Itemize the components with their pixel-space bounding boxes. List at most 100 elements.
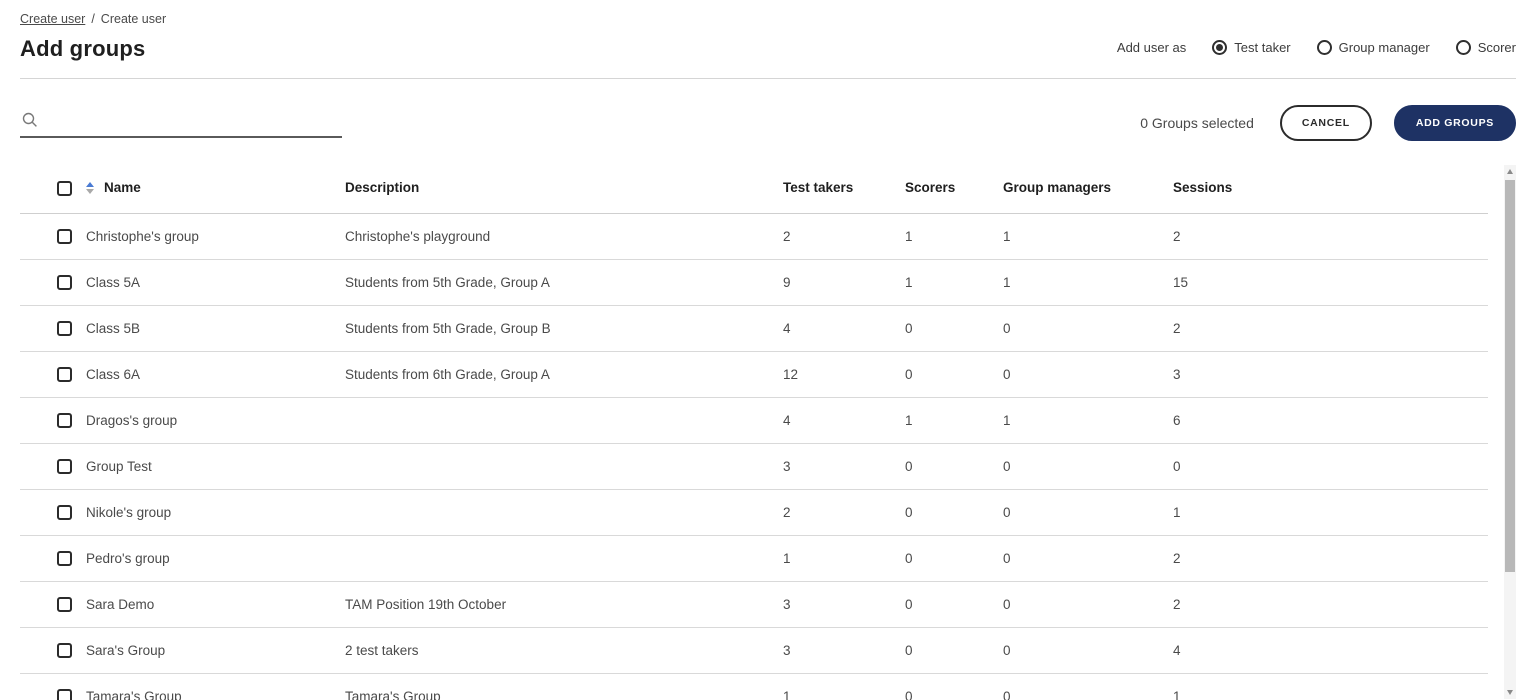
cell-name: Dragos's group: [86, 397, 345, 443]
row-checkbox[interactable]: [57, 551, 72, 566]
cell-test-takers: 3: [783, 443, 905, 489]
column-header-name[interactable]: Name: [86, 163, 345, 213]
cell-sessions: 0: [1173, 443, 1488, 489]
groups-table-header: Name Description Test takers Scorers Gro…: [20, 163, 1488, 213]
cell-description: Christophe's playground: [345, 213, 783, 259]
row-checkbox[interactable]: [57, 505, 72, 520]
cell-scorers: 0: [905, 673, 1003, 700]
vertical-scrollbar[interactable]: [1504, 165, 1516, 699]
column-header-test-takers[interactable]: Test takers: [783, 163, 905, 213]
column-header-group-managers[interactable]: Group managers: [1003, 163, 1173, 213]
scroll-down-icon: [1507, 690, 1513, 695]
cell-sessions: 3: [1173, 351, 1488, 397]
cell-test-takers: 4: [783, 305, 905, 351]
row-checkbox-cell: [20, 627, 86, 673]
cell-description: [345, 535, 783, 581]
cell-group-managers: 0: [1003, 535, 1173, 581]
column-header-description[interactable]: Description: [345, 163, 783, 213]
select-all-checkbox[interactable]: [57, 181, 72, 196]
add-user-as-label: Add user as: [1117, 40, 1186, 55]
cell-scorers: 1: [905, 397, 1003, 443]
cell-sessions: 2: [1173, 305, 1488, 351]
cell-name: Christophe's group: [86, 213, 345, 259]
cell-scorers: 1: [905, 259, 1003, 305]
cell-sessions: 2: [1173, 581, 1488, 627]
radio-label: Group manager: [1339, 40, 1430, 55]
cell-test-takers: 9: [783, 259, 905, 305]
cell-name: Pedro's group: [86, 535, 345, 581]
row-checkbox-cell: [20, 259, 86, 305]
row-checkbox[interactable]: [57, 321, 72, 336]
scroll-up-button[interactable]: [1504, 165, 1516, 178]
column-header-scorers[interactable]: Scorers: [905, 163, 1003, 213]
cell-group-managers: 0: [1003, 673, 1173, 700]
cell-group-managers: 0: [1003, 489, 1173, 535]
table-row: Nikole's group2001: [20, 489, 1488, 535]
header-checkbox-cell: [20, 163, 86, 213]
cell-sessions: 6: [1173, 397, 1488, 443]
cell-name: Group Test: [86, 443, 345, 489]
search-field[interactable]: [20, 108, 342, 138]
row-checkbox[interactable]: [57, 367, 72, 382]
table-row: Dragos's group4116: [20, 397, 1488, 443]
cell-scorers: 0: [905, 351, 1003, 397]
cell-test-takers: 2: [783, 489, 905, 535]
add-groups-button[interactable]: ADD GROUPS: [1394, 105, 1516, 141]
scroll-up-icon: [1507, 169, 1513, 174]
cell-description: TAM Position 19th October: [345, 581, 783, 627]
cell-sessions: 2: [1173, 213, 1488, 259]
search-input[interactable]: [48, 112, 340, 128]
table-row: Tamara's GroupTamara's Group1001: [20, 673, 1488, 700]
page-title: Add groups: [20, 36, 145, 62]
cell-sessions: 1: [1173, 489, 1488, 535]
table-row: Class 5AStudents from 5th Grade, Group A…: [20, 259, 1488, 305]
row-checkbox[interactable]: [57, 459, 72, 474]
cell-test-takers: 1: [783, 535, 905, 581]
add-user-as-radio-group: Add user as Test taker Group manager Sco…: [1117, 36, 1516, 55]
row-checkbox[interactable]: [57, 643, 72, 658]
radio-label: Test taker: [1234, 40, 1290, 55]
toolbar-actions: 0 Groups selected CANCEL ADD GROUPS: [1140, 105, 1516, 141]
row-checkbox-cell: [20, 213, 86, 259]
groups-table: Name Description Test takers Scorers Gro…: [20, 163, 1488, 700]
cell-group-managers: 0: [1003, 627, 1173, 673]
breadcrumb-link-create-user[interactable]: Create user: [20, 12, 85, 26]
sort-ascending-icon[interactable]: [86, 182, 94, 194]
cell-sessions: 15: [1173, 259, 1488, 305]
row-checkbox-cell: [20, 535, 86, 581]
row-checkbox[interactable]: [57, 597, 72, 612]
cell-name: Tamara's Group: [86, 673, 345, 700]
table-row: Class 5BStudents from 5th Grade, Group B…: [20, 305, 1488, 351]
cell-group-managers: 1: [1003, 259, 1173, 305]
cell-name: Class 5B: [86, 305, 345, 351]
row-checkbox-cell: [20, 581, 86, 627]
radio-scorer[interactable]: Scorer: [1456, 40, 1516, 55]
cell-description: Students from 5th Grade, Group B: [345, 305, 783, 351]
row-checkbox[interactable]: [57, 275, 72, 290]
radio-test-taker[interactable]: Test taker: [1212, 40, 1290, 55]
row-checkbox[interactable]: [57, 229, 72, 244]
table-row: Class 6AStudents from 6th Grade, Group A…: [20, 351, 1488, 397]
cell-description: Students from 5th Grade, Group A: [345, 259, 783, 305]
radio-group-manager[interactable]: Group manager: [1317, 40, 1430, 55]
cell-sessions: 4: [1173, 627, 1488, 673]
cell-scorers: 0: [905, 535, 1003, 581]
scrollbar-thumb[interactable]: [1505, 180, 1515, 572]
cell-scorers: 0: [905, 489, 1003, 535]
table-row: Sara's Group2 test takers3004: [20, 627, 1488, 673]
row-checkbox[interactable]: [57, 689, 72, 700]
cancel-button[interactable]: CANCEL: [1280, 105, 1372, 141]
cell-name: Sara Demo: [86, 581, 345, 627]
cell-group-managers: 0: [1003, 351, 1173, 397]
row-checkbox[interactable]: [57, 413, 72, 428]
cell-test-takers: 3: [783, 581, 905, 627]
column-header-sessions[interactable]: Sessions: [1173, 163, 1488, 213]
cell-test-takers: 1: [783, 673, 905, 700]
cell-test-takers: 12: [783, 351, 905, 397]
radio-icon: [1456, 40, 1471, 55]
scroll-down-button[interactable]: [1504, 686, 1516, 699]
cell-test-takers: 2: [783, 213, 905, 259]
title-divider: [20, 78, 1516, 79]
row-checkbox-cell: [20, 673, 86, 700]
cell-scorers: 0: [905, 581, 1003, 627]
